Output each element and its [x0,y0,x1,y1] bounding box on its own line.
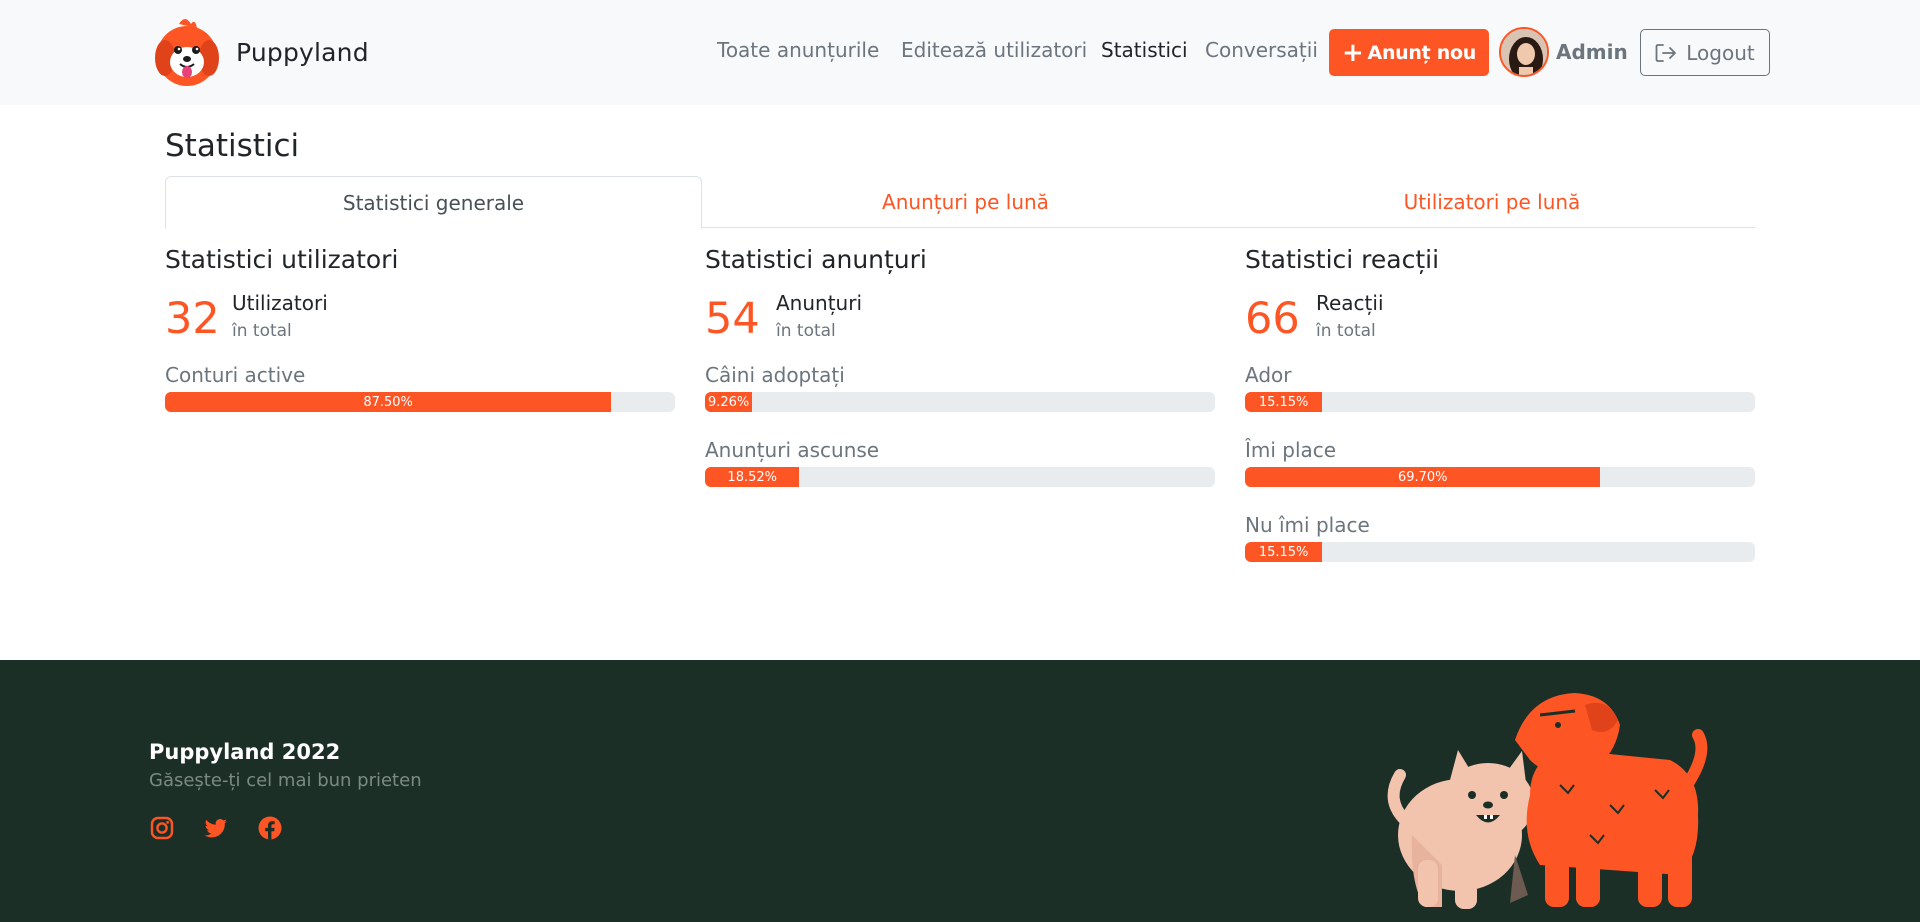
ads-total-number: 54 [705,294,760,344]
reactions-total: 66 Reacții în total [1245,290,1755,350]
nav-link-statistics[interactable]: Statistici [1101,38,1188,62]
footer-subtitle: Găsește-ți cel mai bun prieten [149,770,422,791]
metric-label: Nu îmi place [1245,513,1370,537]
metric-hidden-ads: Anunțuri ascunse 18.52% [705,438,1215,500]
progress-bar: 18.52% [705,467,1215,487]
twitter-icon[interactable] [203,815,229,841]
reactions-total-label: Reacții [1316,291,1384,315]
ads-total-sub: în total [776,321,836,341]
footer: Puppyland 2022 Găsește-ți cel mai bun pr… [0,660,1920,922]
progress-bar: 15.15% [1245,392,1755,412]
users-total-sub: în total [232,321,292,341]
instagram-icon[interactable] [149,815,175,841]
user-menu[interactable]: Admin [1499,27,1628,77]
nav-link-edit-users[interactable]: Editează utilizatori [901,38,1087,62]
progress-bar-fill: 15.15% [1245,542,1323,562]
dogs-illustration-icon [1387,693,1708,909]
ads-total-label: Anunțuri [776,291,863,315]
metric-active-accounts: Conturi active 87.50% [165,363,675,425]
ads-stats-column: Statistici anunțuri 54 Anunțuri în total… [705,245,1215,500]
social-links [149,815,311,841]
reactions-total-sub: în total [1316,321,1376,341]
logout-label: Logout [1686,40,1755,65]
metric-label: Ador [1245,363,1292,387]
progress-bar: 15.15% [1245,542,1755,562]
progress-bar-fill: 15.15% [1245,392,1323,412]
brand-name: Puppyland [236,37,369,67]
user-name: Admin [1556,40,1628,64]
logout-button[interactable]: Logout [1640,29,1770,76]
metric-like: Îmi place 69.70% [1245,438,1755,500]
progress-bar-fill: 9.26% [705,392,753,412]
nav-link-all-ads[interactable]: Toate anunțurile [717,38,879,62]
tab-general-stats[interactable]: Statistici generale [165,176,702,229]
new-ad-label: Anunț nou [1367,41,1477,64]
metric-label: Anunțuri ascunse [705,438,880,462]
reactions-total-number: 66 [1245,294,1300,344]
metric-love: Ador 15.15% [1245,363,1755,425]
nav-link-conversations[interactable]: Conversații [1205,38,1318,62]
users-total-number: 32 [165,294,220,344]
plus-icon: + [1342,37,1364,68]
metric-adopted-dogs: Câini adoptați 9.26% [705,363,1215,425]
metric-label: Conturi active [165,363,306,387]
progress-bar-fill: 18.52% [705,467,800,487]
metric-dislike: Nu îmi place 15.15% [1245,513,1755,575]
progress-bar: 69.70% [1245,467,1755,487]
ads-stats-title: Statistici anunțuri [705,245,927,274]
navbar: Puppyland Toate anunțurile Editează util… [0,0,1920,105]
avatar [1499,27,1549,77]
progress-bar: 87.50% [165,392,675,412]
reactions-stats-title: Statistici reacții [1245,245,1440,274]
logout-icon [1655,43,1677,62]
progress-bar-fill: 69.70% [1245,467,1601,487]
progress-bar: 9.26% [705,392,1215,412]
page-title: Statistici [165,128,300,164]
facebook-icon[interactable] [257,815,283,841]
stats-tabs: Statistici generale Anunțuri pe lună Uti… [165,176,1755,229]
metric-label: Câini adoptați [705,363,845,387]
users-total-label: Utilizatori [232,291,328,315]
reactions-stats-column: Statistici reacții 66 Reacții în total A… [1245,245,1755,575]
users-stats-title: Statistici utilizatori [165,245,399,274]
new-ad-button[interactable]: + Anunț nou [1329,29,1489,76]
footer-title: Puppyland 2022 [149,740,341,764]
ads-total: 54 Anunțuri în total [705,290,1215,350]
puppy-logo-icon [155,19,219,86]
brand-link[interactable]: Puppyland [149,14,369,90]
tab-ads-per-month[interactable]: Anunțuri pe lună [702,176,1229,228]
users-stats-column: Statistici utilizatori 32 Utilizatori în… [165,245,675,425]
tab-users-per-month[interactable]: Utilizatori pe lună [1229,176,1755,228]
users-total: 32 Utilizatori în total [165,290,675,350]
metric-label: Îmi place [1245,438,1337,462]
progress-bar-fill: 87.50% [165,392,612,412]
